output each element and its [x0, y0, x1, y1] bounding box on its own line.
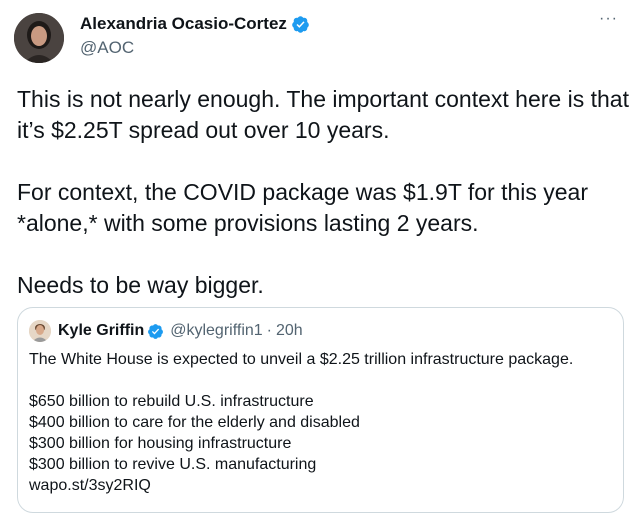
- quoted-text: The White House is expected to unveil a …: [29, 349, 619, 496]
- author-name-row[interactable]: Alexandria Ocasio-Cortez: [80, 14, 310, 34]
- quoted-line: $400 billion to care for the elderly and…: [29, 414, 360, 431]
- quoted-author-avatar: [29, 320, 51, 342]
- quoted-line: $300 billion for housing infrastructure: [29, 435, 292, 452]
- quoted-timestamp: 20h: [276, 322, 303, 339]
- verified-badge-icon: [148, 323, 164, 339]
- quoted-author-handle: @kylegriffin1: [170, 322, 263, 339]
- quoted-line: $650 billion to rebuild U.S. infrastruct…: [29, 393, 314, 410]
- author-name[interactable]: Alexandria Ocasio-Cortez: [80, 14, 287, 34]
- quoted-author-name: Kyle Griffin: [58, 322, 145, 339]
- tweet-paragraph: This is not nearly enough. The important…: [17, 86, 629, 143]
- quoted-link[interactable]: wapo.st/3sy2RIQ: [29, 475, 619, 496]
- quoted-line: $300 billion to revive U.S. manufacturin…: [29, 456, 317, 473]
- quoted-headline: The White House is expected to unveil a …: [29, 351, 574, 368]
- tweet-paragraph: For context, the COVID package was $1.9T…: [17, 179, 589, 236]
- verified-badge-icon: [292, 15, 309, 33]
- quoted-avatar-image: [29, 320, 51, 342]
- author-avatar-image: [14, 13, 64, 63]
- more-options-icon[interactable]: ···: [599, 11, 618, 27]
- meta-separator: ·: [266, 322, 272, 339]
- tweet-paragraph: Needs to be way bigger.: [17, 272, 264, 298]
- author-avatar[interactable]: [14, 13, 64, 63]
- quoted-tweet[interactable]: Kyle Griffin @kylegriffin1 · 20h The Whi…: [17, 307, 624, 513]
- tweet-text: This is not nearly enough. The important…: [17, 84, 629, 301]
- quoted-header: Kyle Griffin @kylegriffin1 · 20h: [58, 322, 303, 340]
- author-handle[interactable]: @AOC: [80, 38, 134, 58]
